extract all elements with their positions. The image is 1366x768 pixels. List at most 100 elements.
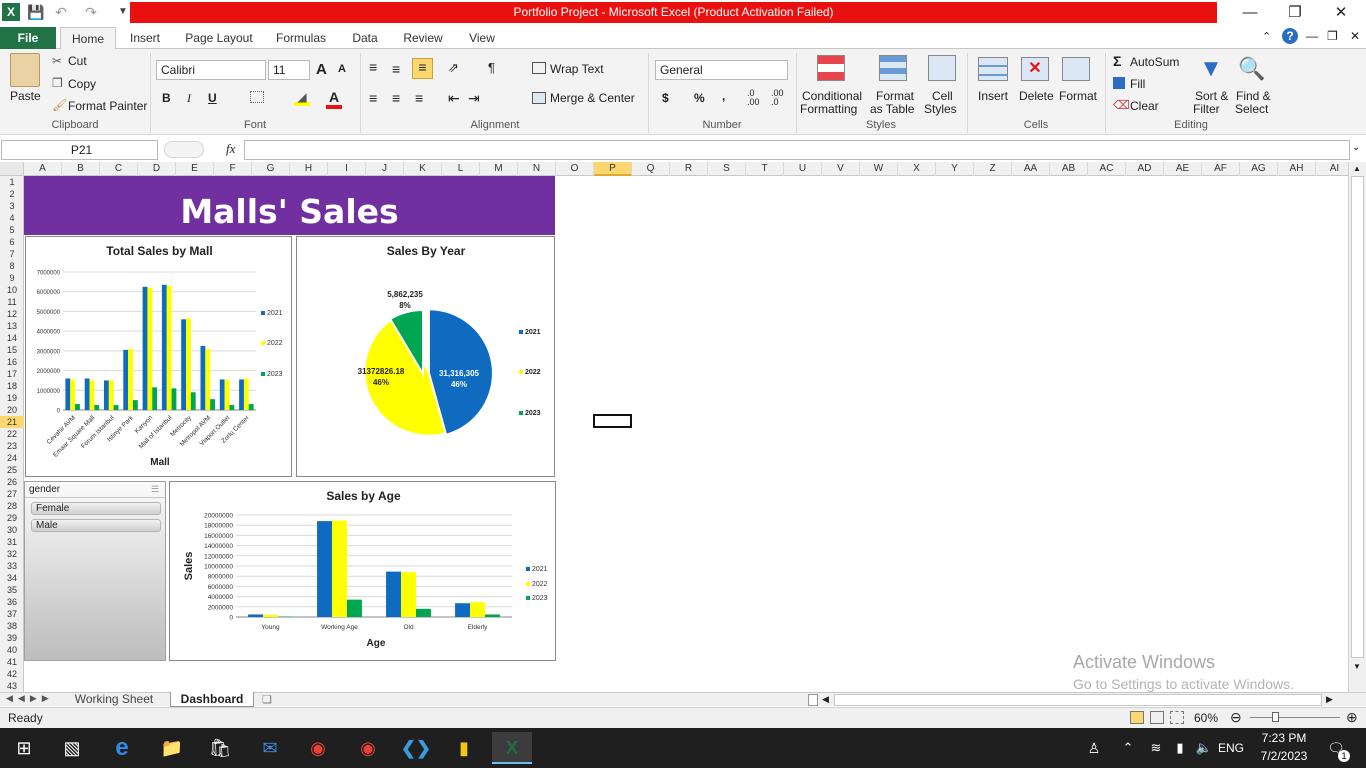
row-header-10[interactable]: 10 — [0, 284, 24, 296]
tab-data[interactable]: Data — [343, 27, 387, 49]
paste-button[interactable]: Paste — [10, 89, 41, 103]
undo-icon[interactable]: ↶ — [52, 3, 70, 21]
column-header-u[interactable]: U — [784, 162, 822, 176]
column-header-e[interactable]: E — [176, 162, 214, 176]
row-header-43[interactable]: 43 — [0, 680, 24, 692]
row-header-29[interactable]: 29 — [0, 512, 24, 524]
shrink-font-button[interactable]: A — [338, 63, 346, 75]
delete-cells-icon[interactable]: ✕ — [1021, 57, 1049, 81]
tab-view[interactable]: View — [460, 27, 504, 49]
align-left-icon[interactable]: ≡ — [369, 90, 377, 106]
column-header-q[interactable]: Q — [632, 162, 670, 176]
store-icon[interactable]: 🛍 — [200, 732, 240, 764]
chart-sales-by-year[interactable]: Sales By Year 31,316,305 46% 31372826.18 46%… — [296, 236, 555, 477]
select-all-corner[interactable] — [0, 162, 24, 176]
comma-button[interactable]: , — [722, 89, 725, 103]
column-header-g[interactable]: G — [252, 162, 290, 176]
format-painter-icon[interactable]: 🖌 — [52, 98, 67, 112]
align-bottom-icon[interactable]: ≡ — [412, 58, 433, 79]
column-header-y[interactable]: Y — [936, 162, 974, 176]
row-header-11[interactable]: 11 — [0, 296, 24, 308]
row-header-27[interactable]: 27 — [0, 488, 24, 500]
tab-page-layout[interactable]: Page Layout — [178, 27, 260, 49]
format-as-table-icon[interactable] — [879, 55, 907, 81]
column-header-x[interactable]: X — [898, 162, 936, 176]
notification-center-icon[interactable]: 🗨 — [1316, 732, 1356, 764]
column-header-ag[interactable]: AG — [1240, 162, 1278, 176]
column-header-s[interactable]: S — [708, 162, 746, 176]
clear-filter-icon[interactable]: ☰ — [151, 484, 159, 495]
column-header-c[interactable]: C — [100, 162, 138, 176]
file-explorer-icon[interactable]: 📁 — [152, 732, 192, 764]
row-header-30[interactable]: 30 — [0, 524, 24, 536]
copy-button[interactable]: Copy — [68, 77, 96, 91]
row-header-19[interactable]: 19 — [0, 392, 24, 404]
row-header-33[interactable]: 33 — [0, 560, 24, 572]
row-header-13[interactable]: 13 — [0, 320, 24, 332]
align-middle-icon[interactable]: ≡ — [392, 61, 400, 77]
normal-view-icon[interactable] — [1130, 711, 1144, 724]
merge-center-icon[interactable] — [532, 92, 546, 104]
column-header-z[interactable]: Z — [974, 162, 1012, 176]
row-header-35[interactable]: 35 — [0, 584, 24, 596]
row-header-9[interactable]: 9 — [0, 272, 24, 284]
decrease-decimal-button[interactable]: .00 .0 — [771, 89, 793, 107]
align-center-icon[interactable]: ≡ — [392, 90, 400, 106]
row-header-42[interactable]: 42 — [0, 668, 24, 680]
sheet-tab-working-sheet[interactable]: Working Sheet — [64, 692, 164, 707]
row-header-23[interactable]: 23 — [0, 440, 24, 452]
clear-icon[interactable]: ⌫ — [1113, 98, 1130, 112]
excel-taskbar-icon[interactable]: X — [492, 732, 532, 764]
page-break-view-icon[interactable] — [1170, 711, 1184, 724]
column-header-ae[interactable]: AE — [1164, 162, 1202, 176]
row-header-6[interactable]: 6 — [0, 236, 24, 248]
hscroll-left-icon[interactable]: ◀ — [822, 694, 829, 705]
column-header-r[interactable]: R — [670, 162, 708, 176]
active-cell-p21[interactable] — [593, 414, 632, 428]
row-header-17[interactable]: 17 — [0, 368, 24, 380]
clock-date[interactable]: 7/2/2023 — [1256, 749, 1312, 763]
column-header-j[interactable]: J — [366, 162, 404, 176]
hscroll-right-icon[interactable]: ▶ — [1326, 694, 1333, 705]
mail-icon[interactable]: ✉ — [250, 732, 290, 764]
chart-sales-by-age[interactable]: Sales by Age 0 2000000 4000000 6000000 800000… — [169, 481, 556, 661]
task-view-icon[interactable]: ▧ — [52, 732, 92, 764]
clear-button[interactable]: Clear — [1130, 99, 1159, 113]
row-header-24[interactable]: 24 — [0, 452, 24, 464]
column-header-k[interactable]: K — [404, 162, 442, 176]
tab-home[interactable]: Home — [60, 27, 116, 50]
cell-styles-icon[interactable] — [928, 55, 956, 81]
tab-file[interactable]: File — [0, 27, 56, 49]
align-top-icon[interactable]: ≡ — [369, 59, 377, 75]
format-cells-icon[interactable] — [1062, 57, 1090, 81]
column-header-h[interactable]: H — [290, 162, 328, 176]
powerbi-icon[interactable]: ▮ — [444, 732, 484, 764]
redo-icon[interactable]: ↷ — [82, 3, 100, 21]
column-header-l[interactable]: L — [442, 162, 480, 176]
row-header-16[interactable]: 16 — [0, 356, 24, 368]
italic-button[interactable]: I — [187, 91, 191, 106]
vertical-scroll-thumb[interactable] — [1351, 176, 1364, 658]
paste-icon[interactable] — [10, 53, 40, 87]
ribbon-close-icon[interactable]: ✕ — [1350, 29, 1360, 43]
decrease-indent-icon[interactable]: ⇤ — [448, 90, 460, 107]
column-header-a[interactable]: A — [24, 162, 62, 176]
conditional-formatting-line1[interactable]: Conditional — [802, 89, 862, 103]
increase-decimal-button[interactable]: .0 .00 — [747, 89, 769, 107]
minimize-ribbon-icon[interactable]: ⌃ — [1262, 30, 1271, 43]
sheet-tab-dashboard[interactable]: Dashboard — [170, 692, 254, 707]
formula-input[interactable] — [244, 140, 1350, 160]
underline-button[interactable]: U — [208, 91, 217, 105]
font-size-box[interactable]: 11 — [268, 60, 310, 80]
row-header-7[interactable]: 7 — [0, 248, 24, 260]
row-header-12[interactable]: 12 — [0, 308, 24, 320]
row-header-32[interactable]: 32 — [0, 548, 24, 560]
font-name-box[interactable]: Calibri — [156, 60, 266, 80]
row-header-18[interactable]: 18 — [0, 380, 24, 392]
text-direction-icon[interactable]: ¶ — [488, 60, 495, 75]
windows-start-icon[interactable]: ⊞ — [4, 732, 44, 764]
format-painter-button[interactable]: Format Painter — [68, 99, 147, 113]
column-header-o[interactable]: O — [556, 162, 594, 176]
format-cells-button[interactable]: Format — [1059, 89, 1097, 103]
row-header-39[interactable]: 39 — [0, 632, 24, 644]
